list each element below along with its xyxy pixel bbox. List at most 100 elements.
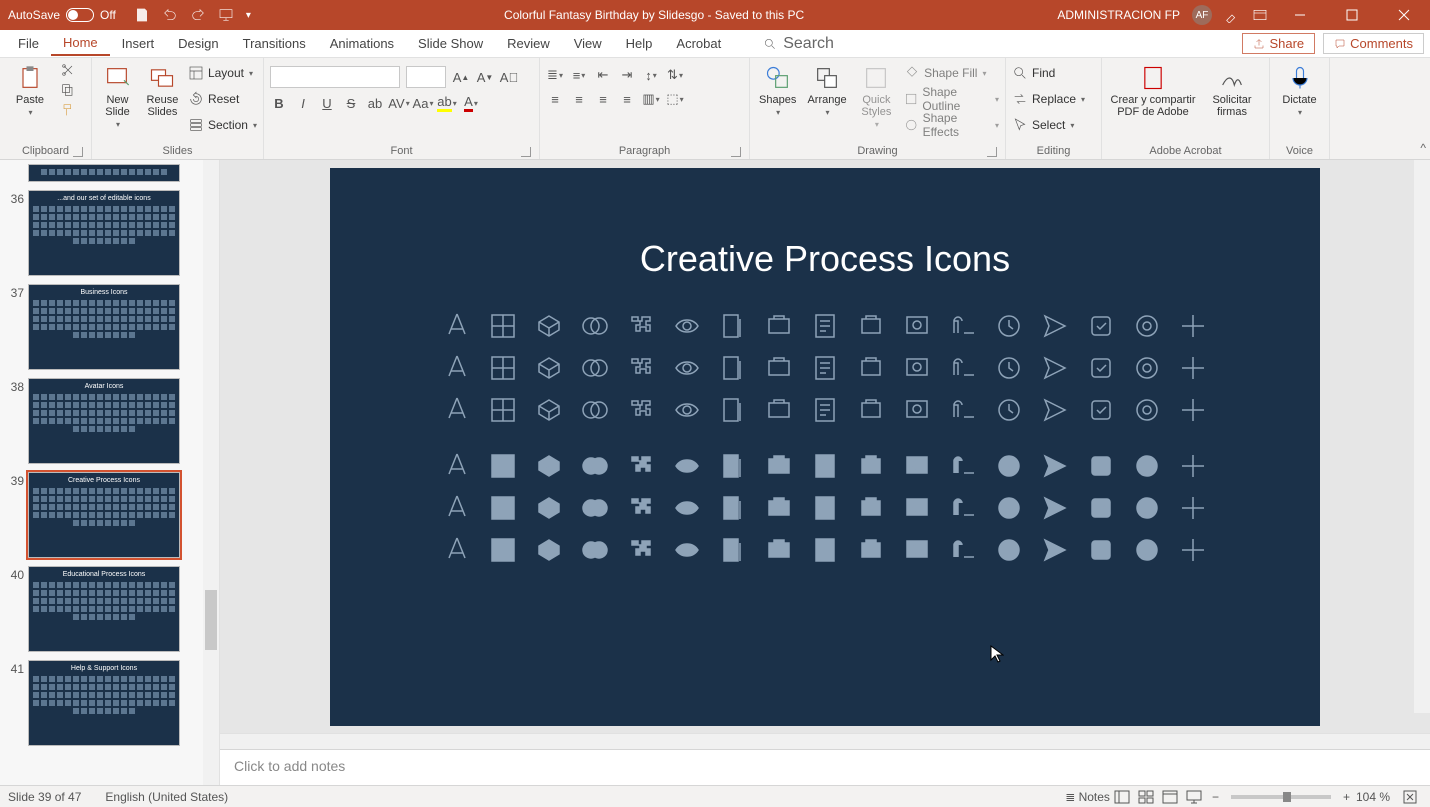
slide-icon[interactable] [671,352,703,384]
slide-icon[interactable] [487,352,519,384]
autosave-toggle[interactable]: AutoSave Off [8,8,116,22]
decrease-font-icon[interactable]: A▼ [476,68,494,86]
reuse-slides-button[interactable]: Reuse Slides [143,62,182,118]
paste-button[interactable]: Paste▾ [6,62,54,117]
slide-icon[interactable] [993,394,1025,426]
slide-icon[interactable] [763,450,795,482]
thumbnail-scrollbar[interactable] [203,160,219,785]
slide-icon[interactable] [625,492,657,524]
highlight-button[interactable]: ab▾ [438,94,456,112]
line-spacing-button[interactable]: ↕▾ [642,66,660,84]
slide-icon[interactable] [579,534,611,566]
slide-icon[interactable] [717,352,749,384]
tab-animations[interactable]: Animations [318,32,406,55]
slide-icon[interactable] [579,450,611,482]
comments-button[interactable]: Comments [1323,33,1424,54]
align-center-button[interactable]: ≡ [570,90,588,108]
slide-icon[interactable] [533,394,565,426]
numbering-button[interactable]: ≡▾ [570,66,588,84]
slide-icon[interactable] [533,310,565,342]
align-right-button[interactable]: ≡ [594,90,612,108]
maximize-button[interactable] [1332,0,1372,30]
slide-icon[interactable] [763,492,795,524]
slide-canvas[interactable]: Creative Process Icons [330,168,1320,726]
slide-icon[interactable] [671,394,703,426]
slide-icon[interactable] [809,310,841,342]
slide-icon[interactable] [809,450,841,482]
reading-view-icon[interactable] [1158,788,1182,806]
slide-icon[interactable] [441,310,473,342]
shadow-button[interactable]: ab [366,94,384,112]
search-box[interactable]: Search [763,35,834,53]
reset-button[interactable]: Reset [188,88,257,110]
slide-counter[interactable]: Slide 39 of 47 [8,790,81,804]
slide-icon[interactable] [1131,492,1163,524]
columns-button[interactable]: ▥▾ [642,90,660,108]
italic-button[interactable]: I [294,94,312,112]
tab-transitions[interactable]: Transitions [231,32,318,55]
slide-icon[interactable] [1177,352,1209,384]
slide-icon[interactable] [1177,492,1209,524]
quick-styles-button[interactable]: Quick Styles▾ [855,62,898,129]
slide-icon[interactable] [533,352,565,384]
slide-icon[interactable] [901,492,933,524]
slide-icon[interactable] [487,450,519,482]
increase-indent-button[interactable]: ⇥ [618,66,636,84]
dictate-button[interactable]: Dictate▾ [1276,62,1323,117]
thumbnail-slide-40[interactable]: 40Educational Process Icons [0,562,219,656]
notes-pane[interactable]: Click to add notes [220,749,1430,785]
slide-icon[interactable] [487,492,519,524]
tab-help[interactable]: Help [614,32,665,55]
slide-icon[interactable] [717,394,749,426]
drawing-launcher[interactable] [987,147,997,157]
char-spacing-button[interactable]: AV▾ [390,94,408,112]
bullets-button[interactable]: ≣▾ [546,66,564,84]
slide-icon[interactable] [579,352,611,384]
tab-view[interactable]: View [562,32,614,55]
slide-icon[interactable] [1085,310,1117,342]
slide-icon[interactable] [671,492,703,524]
decrease-indent-button[interactable]: ⇤ [594,66,612,84]
increase-font-icon[interactable]: A▲ [452,68,470,86]
slide-icon[interactable] [1085,394,1117,426]
slide-icon[interactable] [1039,492,1071,524]
shapes-button[interactable]: Shapes▾ [756,62,799,117]
slide-icon[interactable] [625,352,657,384]
slide-icon[interactable] [855,310,887,342]
notes-toggle[interactable]: ≣ Notes [1065,790,1110,804]
slideshow-view-icon[interactable] [1182,788,1206,806]
request-signatures-button[interactable]: Solicitar firmas [1204,62,1260,118]
change-case-button[interactable]: Aa▾ [414,94,432,112]
replace-button[interactable]: Replace▾ [1012,88,1085,110]
thumbnail-slide-partial[interactable] [0,160,219,186]
slide-icon[interactable] [901,394,933,426]
shape-outline-button[interactable]: Shape Outline▾ [904,88,999,110]
ribbon-display-icon[interactable] [1252,7,1268,23]
slide-icon[interactable] [1039,450,1071,482]
slide-icon[interactable] [1177,394,1209,426]
slide-icon[interactable] [441,492,473,524]
clear-formatting-icon[interactable]: A⃥ [500,68,518,86]
slide-icon[interactable] [855,534,887,566]
slide-icon[interactable] [1085,352,1117,384]
slide-icon[interactable] [717,310,749,342]
slide-icon[interactable] [947,450,979,482]
tab-home[interactable]: Home [51,31,110,56]
fit-to-window-button[interactable] [1398,788,1422,806]
slide-icon[interactable] [993,534,1025,566]
slide-icon[interactable] [1085,534,1117,566]
slide-icon[interactable] [1039,394,1071,426]
slide-icon[interactable] [671,450,703,482]
justify-button[interactable]: ≡ [618,90,636,108]
undo-icon[interactable] [162,7,178,23]
clipboard-launcher[interactable] [73,147,83,157]
slide-icon[interactable] [809,492,841,524]
layout-button[interactable]: Layout▾ [188,62,257,84]
slide-icon[interactable] [579,492,611,524]
font-name-input[interactable] [270,66,400,88]
slide-icon[interactable] [1131,310,1163,342]
language-indicator[interactable]: English (United States) [105,790,228,804]
new-slide-button[interactable]: New Slide▾ [98,62,137,129]
slide-icon[interactable] [441,352,473,384]
font-color-button[interactable]: A▾ [462,94,480,112]
